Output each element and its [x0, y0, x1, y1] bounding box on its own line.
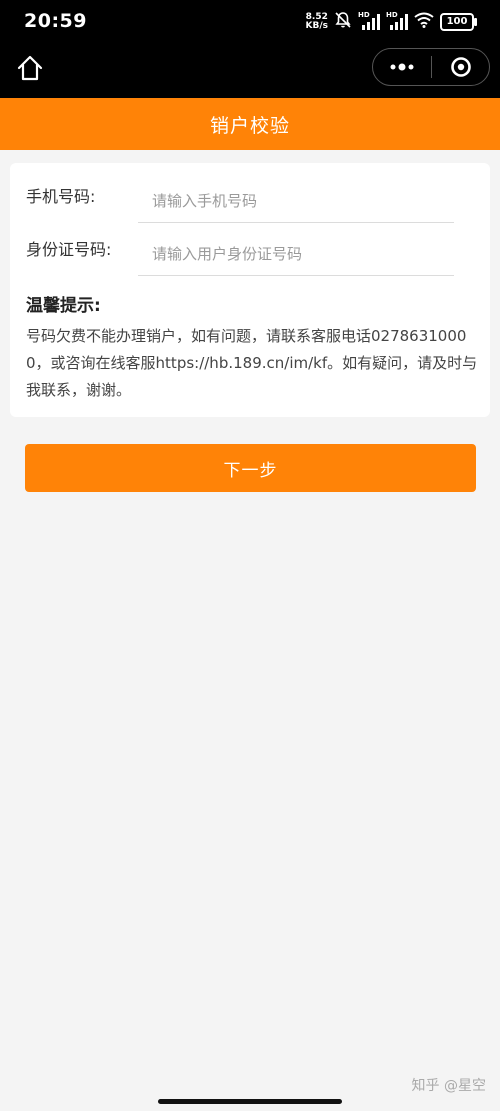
battery-level: 100	[446, 16, 468, 27]
id-card-input[interactable]	[138, 232, 454, 276]
watermark: 知乎 @星空	[411, 1078, 486, 1094]
phone-input[interactable]	[138, 179, 454, 223]
tip-text: 号码欠费不能办理销户，如有问题，请联系客服电话02786310000，或咨询在线…	[26, 327, 478, 399]
next-step-label: 下一步	[223, 460, 278, 481]
cellular-signal-1-icon: HD	[358, 11, 380, 31]
id-card-label: 身份证号码:	[26, 240, 112, 259]
phone-field-row: 手机号码:	[10, 171, 490, 223]
battery-icon: 100	[440, 13, 477, 31]
page-title-bar: 销户校验	[0, 98, 500, 150]
top-bar: 20:59 8.52 KB/s HD HD 100	[0, 0, 500, 98]
status-icons: 8.52 KB/s HD HD 100	[306, 10, 477, 34]
page-title: 销户校验	[209, 114, 290, 137]
form-card: 手机号码: 身份证号码: 温馨提示: 号码欠费不能办理销户，如有问题，请联系客服…	[10, 163, 490, 417]
wifi-icon	[414, 12, 434, 32]
status-time: 20:59	[24, 10, 87, 32]
home-icon	[17, 55, 43, 81]
mini-program-capsule	[372, 48, 490, 86]
close-mini-program-button[interactable]	[432, 49, 489, 85]
cellular-signal-2-icon: HD	[386, 11, 408, 31]
tip-title: 温馨提示:	[26, 296, 101, 316]
more-menu-button[interactable]	[373, 49, 431, 85]
target-close-icon	[450, 57, 471, 77]
more-dots-icon	[390, 63, 414, 71]
network-speed: 8.52 KB/s	[306, 13, 328, 31]
network-speed-unit: KB/s	[305, 21, 328, 31]
home-button[interactable]	[14, 52, 46, 84]
id-card-field-row: 身份证号码:	[10, 224, 490, 276]
home-indicator[interactable]	[158, 1099, 342, 1104]
next-step-button[interactable]: 下一步	[25, 444, 476, 492]
mute-bell-icon	[334, 11, 352, 33]
phone-label: 手机号码:	[26, 187, 96, 206]
